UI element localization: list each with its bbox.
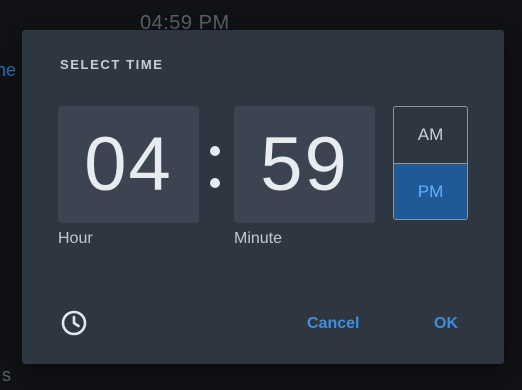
dialog-title: SELECT TIME — [60, 57, 164, 72]
separator-dot-top — [210, 146, 220, 156]
time-separator — [205, 142, 225, 192]
minute-label: Minute — [234, 230, 283, 247]
cancel-button[interactable]: Cancel — [307, 315, 359, 333]
background-text-fragment: s — [2, 365, 11, 385]
background-link-fragment: ne — [0, 60, 17, 80]
am-pm-toggle: AM PM — [393, 106, 468, 220]
ok-button[interactable]: OK — [434, 315, 458, 333]
am-option[interactable]: AM — [394, 107, 467, 163]
minute-input[interactable]: 59 — [234, 106, 375, 223]
separator-dot-bottom — [210, 178, 220, 188]
hour-label: Hour — [58, 230, 93, 247]
pm-option[interactable]: PM — [394, 163, 467, 219]
app-backdrop: 04:59 PM ne s SELECT TIME 04 59 Hour Min… — [0, 0, 522, 390]
time-picker-dialog: SELECT TIME 04 59 Hour Minute AM PM Canc… — [22, 30, 504, 364]
clock-icon[interactable] — [60, 309, 88, 337]
hour-input[interactable]: 04 — [58, 106, 199, 223]
